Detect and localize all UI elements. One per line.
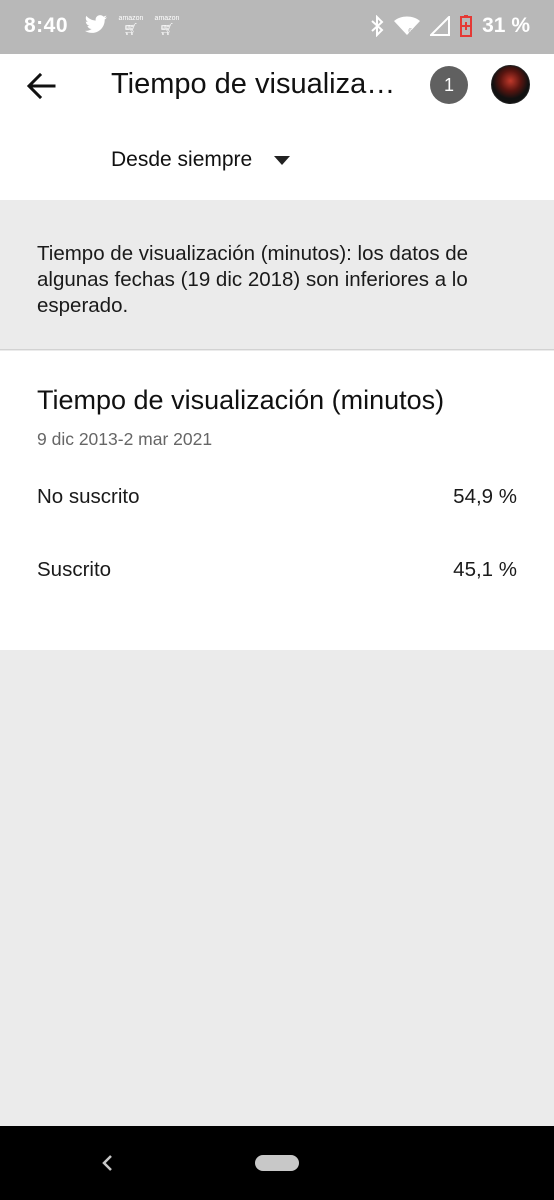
battery-low-icon: [460, 15, 473, 37]
app-bar: Tiempo de visualización (minutos) 1 Desd…: [0, 54, 554, 200]
bluetooth-icon: [371, 15, 384, 37]
svg-text:6: 6: [408, 27, 413, 35]
date-range-dropdown[interactable]: Desde siempre: [111, 148, 291, 172]
arrow-left-icon: [26, 72, 56, 100]
chevron-left-icon[interactable]: [98, 1150, 118, 1176]
amazon-cart-icon: amazon 🛒︎: [118, 15, 144, 36]
status-time: 8:40: [24, 14, 69, 37]
row-value: 54,9 %: [453, 485, 517, 508]
date-range-label: Desde siempre: [111, 148, 253, 171]
back-button[interactable]: [22, 66, 62, 106]
amazon-cart-icon: amazon 🛒︎: [154, 15, 180, 36]
row-label: No suscrito: [37, 485, 140, 508]
caret-down-icon: [274, 155, 291, 165]
wifi-icon: 6: [394, 16, 421, 35]
row-value: 45,1 %: [453, 558, 517, 581]
status-bar: 8:40 amazon 🛒︎ amazon 🛒︎ 6 31 %: [0, 0, 554, 54]
page-title: Tiempo de visualización (minutos): [111, 68, 401, 100]
status-notification-icons: amazon 🛒︎ amazon 🛒︎: [84, 15, 180, 35]
twitter-icon: [85, 15, 107, 33]
watch-time-card: Tiempo de visualización (minutos) 9 dic …: [0, 351, 554, 650]
battery-percent: 31 %: [482, 14, 530, 37]
notice-text: Tiempo de visualización (minutos): los d…: [37, 242, 469, 317]
cell-signal-icon: [430, 16, 451, 36]
count-badge[interactable]: 1: [430, 66, 468, 104]
table-row: No suscrito 54,9 %: [37, 485, 517, 509]
card-title: Tiempo de visualización (minutos): [37, 385, 445, 415]
status-system-icons: 6 31 %: [370, 14, 530, 38]
system-nav-bar: [0, 1126, 554, 1200]
row-label: Suscrito: [37, 558, 112, 581]
data-notice: Tiempo de visualización (minutos): los d…: [0, 200, 554, 350]
card-date-range: 9 dic 2013-2 mar 2021: [37, 429, 213, 449]
table-row: Suscrito 45,1 %: [37, 558, 517, 582]
home-pill-icon[interactable]: [255, 1155, 299, 1171]
avatar[interactable]: [491, 65, 530, 104]
